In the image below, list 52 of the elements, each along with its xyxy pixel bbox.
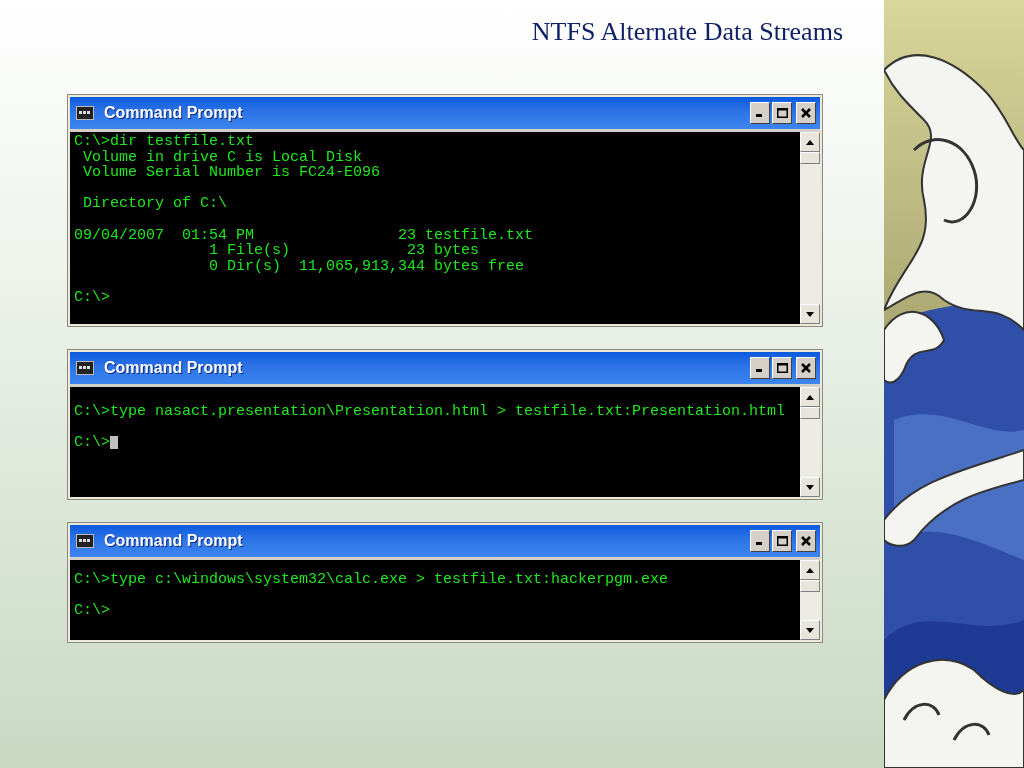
console-line: 1 File(s) 23 bytes (208, 243, 481, 259)
close-button[interactable] (796, 357, 816, 379)
console-line: C:\> (74, 603, 111, 619)
scroll-down-button[interactable] (800, 304, 820, 324)
maximize-icon (776, 536, 788, 546)
console-icon (76, 534, 94, 548)
scroll-down-button[interactable] (800, 620, 820, 640)
close-icon (801, 108, 811, 118)
console-line: C:\>type nasact.presentation\Presentation.html > testfile.txt:Presentation.html (74, 404, 787, 420)
console-line: Volume Serial Number is FC24-E096 (82, 165, 382, 181)
scrollbar[interactable] (800, 387, 820, 497)
scroll-down-button[interactable] (800, 477, 820, 497)
up-arrow-icon (806, 394, 814, 400)
up-arrow-icon (806, 567, 814, 573)
scroll-up-button[interactable] (800, 132, 820, 152)
close-icon (801, 363, 811, 373)
console-icon (76, 106, 94, 120)
down-arrow-icon (806, 484, 814, 490)
window-title: Command Prompt (104, 359, 244, 377)
close-button[interactable] (796, 102, 816, 124)
scroll-thumb[interactable] (800, 152, 820, 164)
maximize-button[interactable] (772, 357, 792, 379)
minimize-button[interactable] (750, 530, 770, 552)
scroll-up-button[interactable] (800, 560, 820, 580)
console-line: 09/04/2007 01:54 PM 23 testfile.txt (74, 227, 535, 244)
scrollbar[interactable] (800, 560, 820, 640)
maximize-icon (776, 108, 788, 118)
console-line: 0 Dir(s) 11,065,913,344 bytes free (208, 258, 526, 275)
down-arrow-icon (806, 627, 814, 633)
console-icon (76, 361, 94, 375)
maximize-button[interactable] (772, 530, 792, 552)
console-line: C:\> (74, 289, 111, 306)
close-button[interactable] (796, 530, 816, 552)
console-line: Directory of C:\ (82, 196, 229, 212)
scroll-up-button[interactable] (800, 387, 820, 407)
window-title: Command Prompt (104, 532, 244, 550)
window-title: Command Prompt (104, 104, 244, 122)
scroll-thumb[interactable] (800, 407, 820, 419)
minimize-button[interactable] (750, 357, 770, 379)
console-line: C:\>type c:\windows\system32\calc.exe > testfile.txt:hackerpgm.exe (74, 572, 670, 588)
up-arrow-icon (806, 139, 814, 145)
close-icon (801, 536, 811, 546)
maximize-icon (776, 363, 788, 373)
minimize-button[interactable] (750, 102, 770, 124)
scrollbar[interactable] (800, 132, 820, 324)
console-line: C:\> (74, 435, 110, 451)
console-line: C:\>dir testfile.txt (74, 134, 256, 150)
maximize-button[interactable] (772, 102, 792, 124)
console-line: Volume in drive C is Local Disk (82, 149, 364, 166)
slide-title: NTFS Alternate Data Streams (531, 16, 843, 48)
scroll-thumb[interactable] (800, 580, 820, 592)
down-arrow-icon (806, 311, 814, 317)
